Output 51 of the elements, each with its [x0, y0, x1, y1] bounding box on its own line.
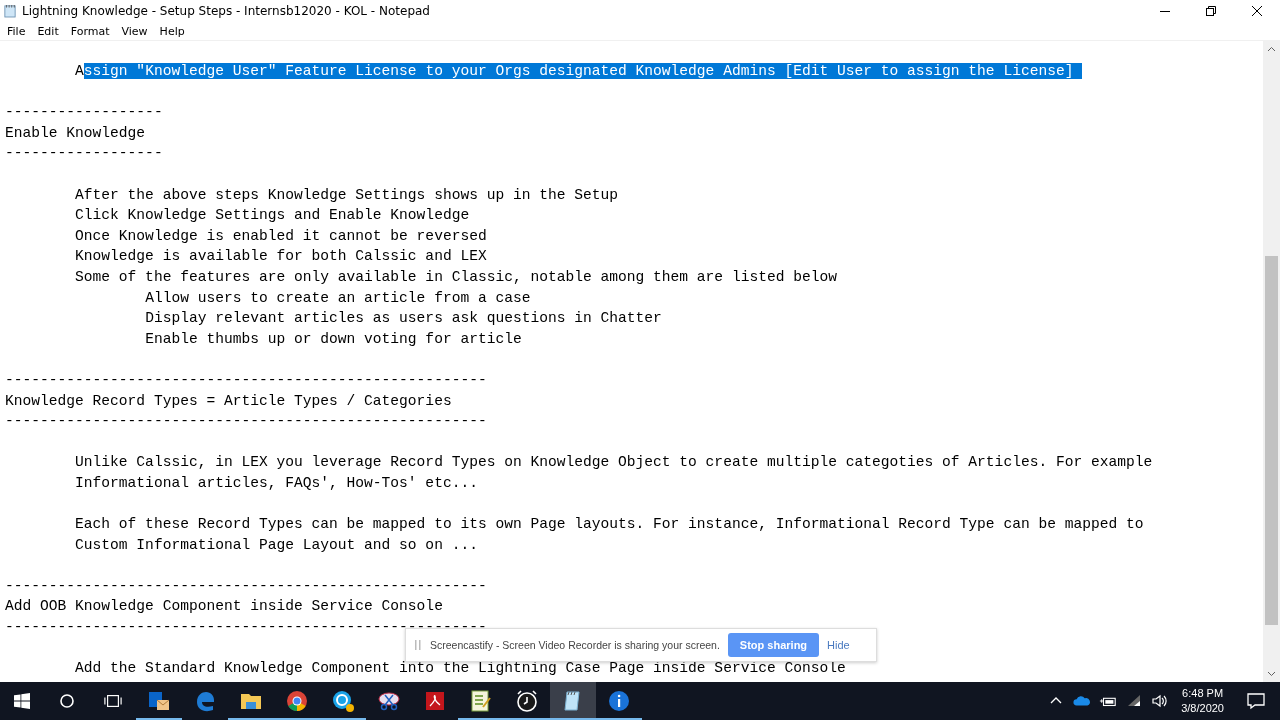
scissors-icon	[377, 689, 401, 713]
hide-link[interactable]: Hide	[827, 639, 850, 651]
text-line: Custom Informational Page Layout and so on ...	[74, 535, 479, 555]
text-line: Add OOB Knowledge Component inside Service Console	[5, 597, 444, 617]
pause-icon	[414, 639, 422, 651]
text-line: Unlike Calssic, in LEX you leverage Record Types on Knowledge Object to create multiple categoties of Articles. For example	[74, 453, 1154, 473]
text-line: Enable Knowledge	[5, 123, 147, 143]
text-line: Knowledge is available for both Calssic and LEX	[74, 247, 488, 267]
chrome-icon	[285, 689, 309, 713]
cloud-icon[interactable]	[1073, 693, 1092, 709]
clock-time[interactable]: 6:48 PM	[1182, 686, 1224, 701]
text-line: -------------------------------------------------------	[5, 576, 488, 596]
pdf-icon	[423, 689, 447, 713]
text-line: Enable thumbs up or down voting for article	[144, 329, 523, 349]
menu-item[interactable]: Edit	[32, 24, 64, 38]
volume-icon[interactable]	[1151, 693, 1170, 709]
menu-item[interactable]: Format	[65, 24, 115, 38]
text-line: After the above steps Knowledge Settings shows up in the Setup	[74, 185, 620, 205]
task-view-icon[interactable]	[104, 693, 122, 709]
skype-icon	[331, 689, 355, 713]
text-line: -------------------------------------------------------	[5, 370, 488, 390]
text-line: Knowledge Record Types = Article Types / Categories	[5, 391, 453, 411]
text-line: Once Knowledge is enabled it cannot be reversed	[74, 226, 488, 246]
share-message: Screencastify - Screen Video Recorder is sharing your screen.	[430, 639, 720, 651]
info-icon	[607, 689, 631, 713]
text-line: Each of these Record Types can be mapped to its own Page layouts. For instance, Informational Record Type can be mapped to	[74, 515, 1145, 535]
text-line: ------------------	[5, 144, 164, 164]
text-line: Add the Standard Knowledge Component into the Lightning Case Page inside Service Console	[74, 659, 847, 679]
mail-icon	[147, 689, 171, 713]
text-line: -------------------------------------------------------	[5, 618, 488, 638]
taskbar-app[interactable]	[550, 682, 596, 720]
text-line: Informational articles, FAQs', How-Tos' etc...	[74, 473, 479, 493]
window-title: Lightning Knowledge - Setup Steps - Internsb12020 - KOL - Notepad	[22, 4, 430, 18]
clock-date[interactable]: 3/8/2020	[1181, 701, 1224, 716]
text-line: Some of the features are only available in Classic, notable among them are listed below	[74, 267, 838, 287]
menu-item[interactable]: Help	[154, 24, 190, 38]
menu-item[interactable]: File	[2, 24, 31, 38]
notepad-icon	[4, 4, 16, 18]
scrollbar[interactable]	[1263, 41, 1280, 682]
text-line: -------------------------------------------------------	[5, 412, 488, 432]
menu-item[interactable]: View	[116, 24, 153, 38]
spreadsheet-icon	[469, 689, 493, 713]
text-line: Click Knowledge Settings and Enable Knowledge	[74, 206, 471, 226]
scroll-thumb[interactable]	[1265, 256, 1278, 625]
alarm-clock-icon	[515, 689, 539, 713]
windows-start-icon[interactable]	[14, 693, 30, 709]
text-line: Allow users to create an article from a case	[144, 288, 532, 308]
text-line: ------------------	[5, 103, 164, 123]
search-icon[interactable]	[58, 693, 76, 709]
notification-icon[interactable]	[1246, 692, 1266, 710]
text-line: Display relevant articles as users ask questions in Chatter	[144, 309, 663, 329]
